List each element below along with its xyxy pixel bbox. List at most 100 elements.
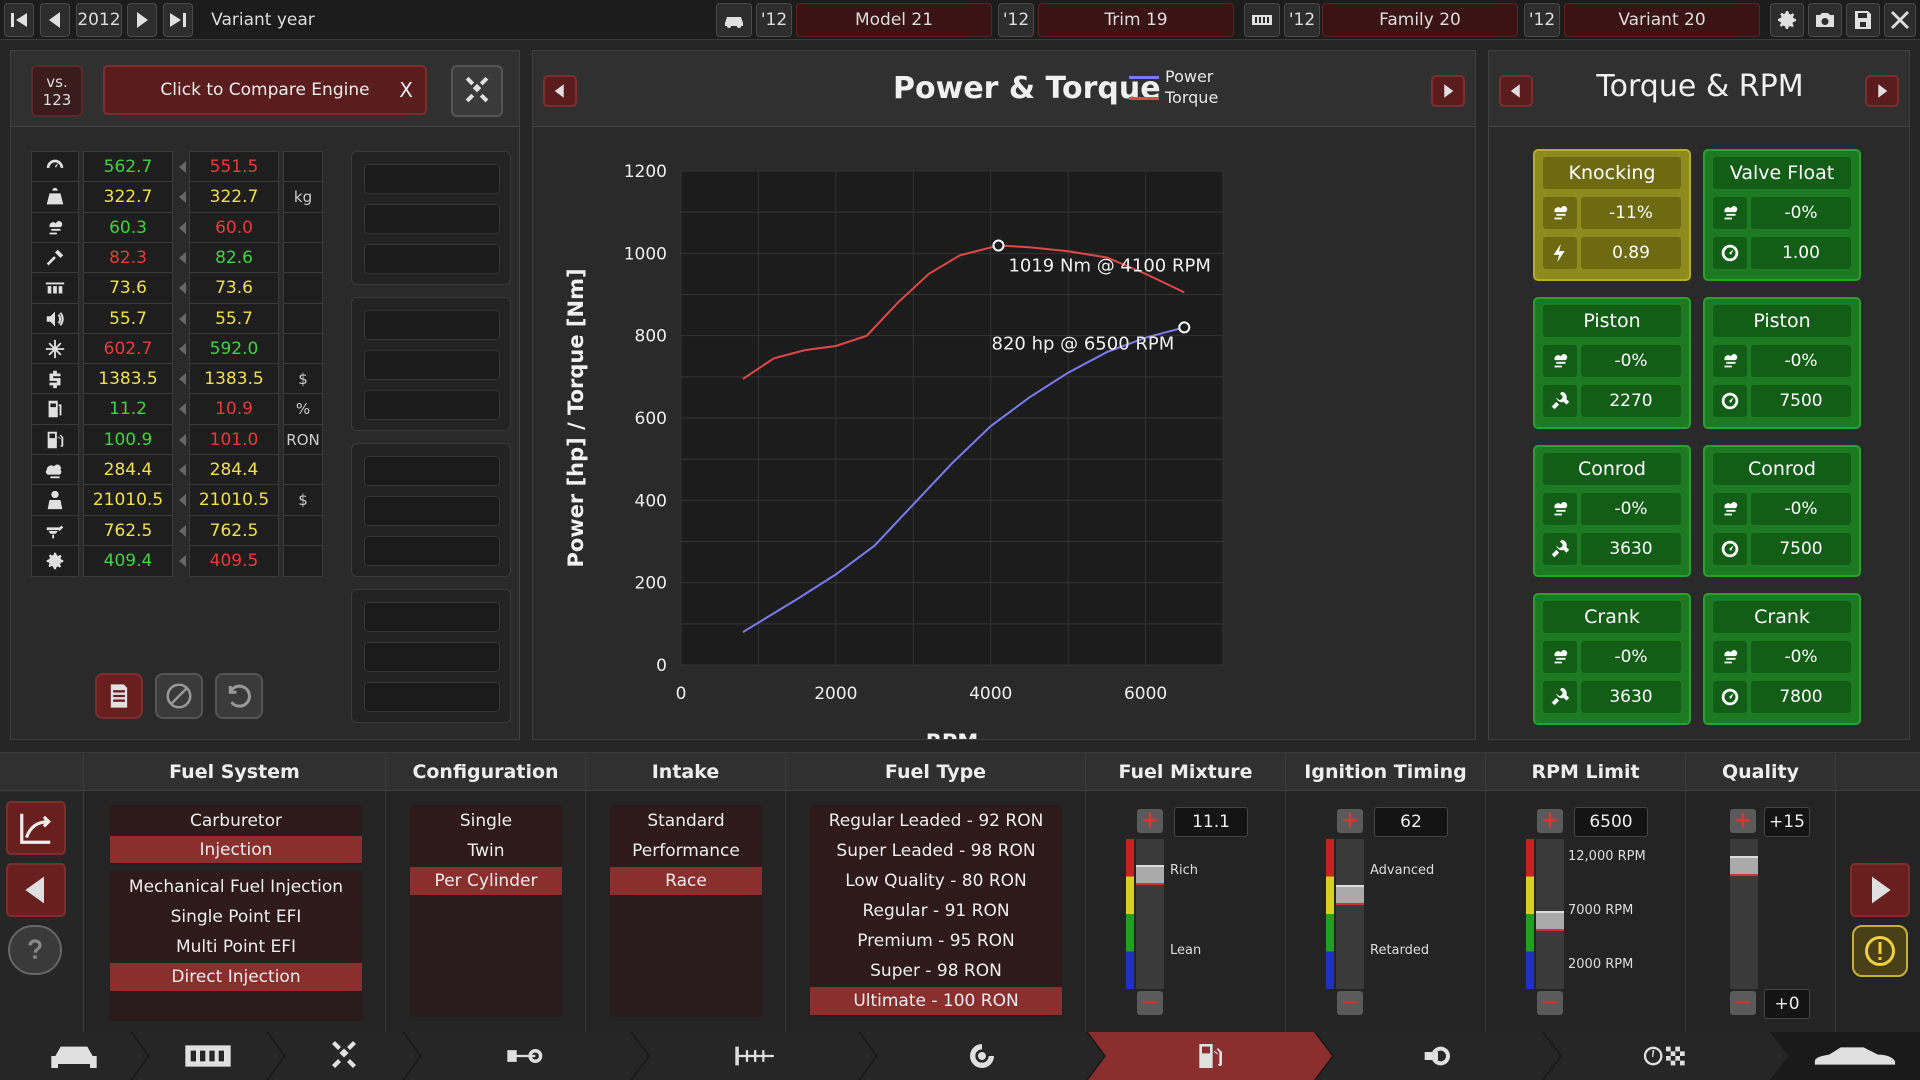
- engine-parts-icon: [465, 76, 489, 103]
- compare-engine-number[interactable]: vs. 123: [31, 65, 83, 117]
- stat-row: 73.6 73.6: [31, 272, 323, 306]
- option-item[interactable]: Direct Injection: [110, 963, 362, 991]
- last-year-button[interactable]: [163, 3, 193, 37]
- nav-car[interactable]: [0, 1032, 148, 1080]
- model-selector[interactable]: Model 21: [796, 3, 992, 37]
- trim-selector[interactable]: Trim 19: [1038, 3, 1234, 37]
- option-item[interactable]: Per Cylinder: [410, 867, 562, 895]
- option-item[interactable]: Super - 98 RON: [810, 957, 1062, 985]
- fuel-mixture-handle[interactable]: [1136, 865, 1164, 885]
- option-empty: [610, 957, 762, 985]
- disable-button[interactable]: [155, 673, 203, 719]
- cam-icon: [729, 1042, 779, 1070]
- next-year-button[interactable]: [127, 3, 157, 37]
- ignition-plus-button[interactable]: +: [1337, 809, 1363, 833]
- card-title: Crank: [1713, 601, 1851, 633]
- nav-heads[interactable]: [632, 1032, 876, 1080]
- engine-parts-button[interactable]: [451, 65, 503, 117]
- stress-card: Piston -0% 7500: [1703, 297, 1861, 429]
- ignition-slider[interactable]: [1336, 839, 1364, 989]
- ignition-handle[interactable]: [1336, 884, 1364, 905]
- chart-prev-button[interactable]: [543, 75, 577, 107]
- option-item[interactable]: Mechanical Fuel Injection: [110, 873, 362, 901]
- next-button[interactable]: [1850, 863, 1910, 917]
- stat-icon: [31, 272, 79, 305]
- chart-next-button[interactable]: [1431, 75, 1465, 107]
- back-button[interactable]: [6, 863, 66, 917]
- option-item[interactable]: Single Point EFI: [110, 903, 362, 931]
- model-icon-button[interactable]: [716, 3, 752, 37]
- option-item[interactable]: Regular Leaded - 92 RON: [810, 807, 1062, 835]
- power-torque-chart: 0 200 400 600 800 1000 1200 0 2000 4000 6000 RPM Pow…: [564, 162, 1224, 739]
- save-button[interactable]: [1846, 3, 1880, 37]
- quality-handle[interactable]: [1730, 855, 1758, 876]
- stat-row: 322.7 322.7 kg: [31, 181, 323, 215]
- option-item[interactable]: Ultimate - 100 RON: [810, 987, 1062, 1015]
- option-item[interactable]: Low Quality - 80 RON: [810, 867, 1062, 895]
- prev-year-button[interactable]: [40, 3, 70, 37]
- camera-icon: [1816, 13, 1834, 27]
- smoke-icon: [1554, 650, 1568, 664]
- rpm-limit-minus-button[interactable]: −: [1537, 991, 1563, 1015]
- option-item[interactable]: Carburetor: [110, 807, 362, 834]
- close-button[interactable]: [1884, 3, 1916, 37]
- quality-plus-button[interactable]: +: [1730, 809, 1756, 833]
- rpm-limit-handle[interactable]: [1536, 910, 1564, 931]
- rpm-limit-slider[interactable]: [1536, 839, 1564, 989]
- card-title: Conrod: [1713, 453, 1851, 485]
- warning-button[interactable]: [1852, 925, 1908, 977]
- ignition-minus-button[interactable]: −: [1337, 991, 1363, 1015]
- rpm-limit-plus-button[interactable]: +: [1537, 809, 1563, 833]
- nav-engine-block[interactable]: [132, 1032, 284, 1080]
- card-icon-1: [1543, 345, 1577, 377]
- fuel-type-column: Fuel Type Regular Leaded - 92 RON Super L…: [786, 753, 1086, 1033]
- weight-icon: [46, 188, 64, 205]
- stat-unit: [283, 544, 323, 577]
- screenshot-button[interactable]: [1808, 3, 1842, 37]
- option-item[interactable]: Race: [610, 867, 762, 895]
- dyno-button[interactable]: [6, 801, 66, 855]
- card-value-1: -0%: [1751, 641, 1851, 673]
- family-icon-button[interactable]: [1244, 3, 1280, 37]
- help-button[interactable]: [8, 925, 62, 975]
- clear-compare-button[interactable]: X: [399, 78, 413, 102]
- nav-engine-parts[interactable]: [268, 1032, 420, 1080]
- option-empty: [410, 927, 562, 955]
- settings-button[interactable]: [1770, 3, 1804, 37]
- rpm-limit-header: RPM Limit: [1486, 753, 1685, 791]
- quality-slider[interactable]: [1730, 839, 1758, 989]
- nav-exhaust[interactable]: [1316, 1032, 1560, 1080]
- option-item[interactable]: Single: [410, 807, 562, 835]
- option-item[interactable]: Super Leaded - 98 RON: [810, 837, 1062, 865]
- option-item[interactable]: Regular - 91 RON: [810, 897, 1062, 925]
- y-tick-label: 0: [656, 656, 667, 676]
- compare-engine-button[interactable]: Click to Compare Engine X: [103, 65, 427, 115]
- family-selector[interactable]: Family 20: [1322, 3, 1518, 37]
- stat-value-current: 284.4: [83, 454, 173, 486]
- first-year-button[interactable]: [4, 3, 34, 37]
- variant-selector[interactable]: Variant 20: [1564, 3, 1760, 37]
- chevron-left-icon: [25, 876, 44, 904]
- fuel-mixture-minus-button[interactable]: −: [1137, 991, 1163, 1015]
- nav-crankshaft[interactable]: [404, 1032, 648, 1080]
- quality-minus-button[interactable]: −: [1730, 991, 1756, 1015]
- fuel-mixture-plus-button[interactable]: +: [1137, 809, 1163, 833]
- option-item[interactable]: Multi Point EFI: [110, 933, 362, 961]
- slot: [364, 244, 500, 274]
- nav-fuel[interactable]: [1088, 1032, 1332, 1080]
- vs-label: vs.: [46, 73, 68, 91]
- nav-turbo[interactable]: [860, 1032, 1104, 1080]
- compare-arrow-icon: [179, 251, 186, 264]
- option-item[interactable]: Standard: [610, 807, 762, 835]
- nav-car-design[interactable]: [1790, 1032, 1920, 1080]
- fuel-mixture-slider[interactable]: [1136, 839, 1164, 989]
- reset-button[interactable]: [215, 673, 263, 719]
- legend-torque-swatch: [1129, 97, 1159, 100]
- option-item[interactable]: Premium - 95 RON: [810, 927, 1062, 955]
- option-item[interactable]: Injection: [110, 836, 362, 863]
- report-button[interactable]: [95, 673, 143, 719]
- fuel-system-column: Fuel System Carburetor Injection Mechanic…: [84, 753, 386, 1033]
- option-item[interactable]: Twin: [410, 837, 562, 865]
- option-item[interactable]: Performance: [610, 837, 762, 865]
- nav-testing[interactable]: [1544, 1032, 1788, 1080]
